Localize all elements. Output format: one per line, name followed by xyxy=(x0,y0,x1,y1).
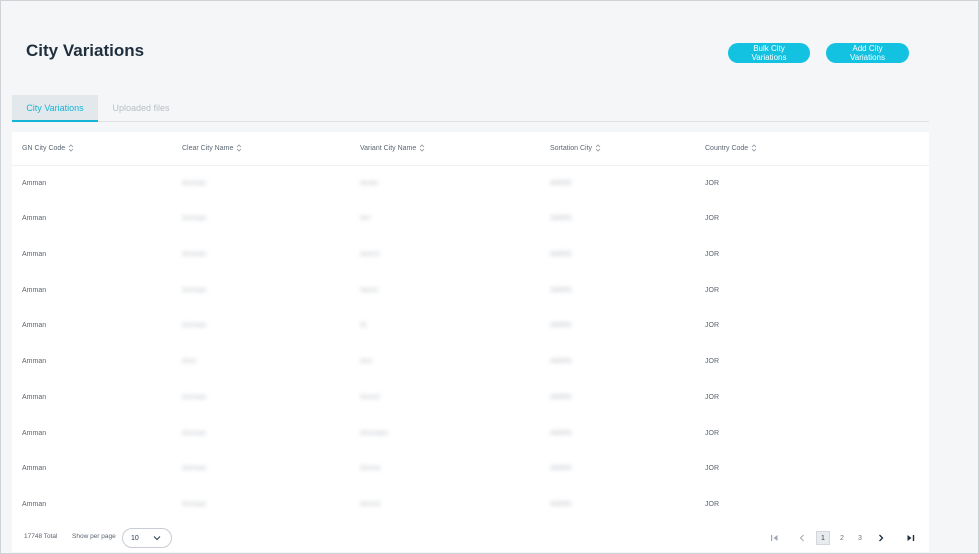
cell-gn-city-code: Amman xyxy=(22,465,47,472)
cell-variant-city-name: Amm1 xyxy=(360,251,381,258)
tab-bar: City Variations Uploaded files xyxy=(12,95,929,122)
table-header: GN City Code Clear City Name Variant Cit… xyxy=(12,132,929,166)
app-window: City Variations Bulk City Variations Add… xyxy=(0,0,979,554)
cell-gn-city-code: Amman xyxy=(22,287,47,294)
tab-uploaded-files[interactable]: Uploaded files xyxy=(98,95,184,122)
cell-sortation-city: AMMN xyxy=(550,465,572,472)
cell-clear-city-name: Amman xyxy=(182,465,207,472)
per-page-select[interactable]: 10 xyxy=(122,528,172,548)
cell-variant-city-name: Aman xyxy=(360,180,379,187)
column-header-gn-city-code[interactable]: GN City Code xyxy=(22,144,74,152)
table-row[interactable]: Amman Amman Aman AMMN JOR xyxy=(12,166,929,202)
cell-sortation-city: AMMN xyxy=(550,287,572,294)
table-row[interactable]: Amman Amman Al AMMN JOR xyxy=(12,308,929,344)
cell-country-code: JOR xyxy=(705,251,719,258)
cell-gn-city-code: Amman xyxy=(22,430,47,437)
cell-variant-city-name: Al xyxy=(360,322,367,329)
cell-clear-city-name: Amman xyxy=(182,322,207,329)
first-page-icon[interactable] xyxy=(767,531,781,545)
column-header-variant-city-name[interactable]: Variant City Name xyxy=(360,144,425,152)
cell-clear-city-name: Amman xyxy=(182,287,207,294)
table-row[interactable]: Amman Amn Ann AMMN JOR xyxy=(12,344,929,380)
table-row[interactable]: Amman Amman Amm1 AMMN JOR xyxy=(12,237,929,273)
table-row[interactable]: Amman Amman Amma AMMN JOR xyxy=(12,451,929,487)
cell-clear-city-name: Amman xyxy=(182,394,207,401)
tab-city-variations[interactable]: City Variations xyxy=(12,95,98,122)
cell-country-code: JOR xyxy=(705,215,719,222)
cell-gn-city-code: Amman xyxy=(22,215,47,222)
column-header-clear-city-name[interactable]: Clear City Name xyxy=(182,144,242,152)
page-button-3[interactable]: 3 xyxy=(853,531,867,545)
cell-sortation-city: AMMN xyxy=(550,394,572,401)
cell-gn-city-code: Amman xyxy=(22,180,47,187)
sort-icon xyxy=(595,144,601,152)
cell-variant-city-name: Ammaan xyxy=(360,430,389,437)
cell-clear-city-name: Amn xyxy=(182,358,197,365)
cell-variant-city-name: Amma xyxy=(360,465,381,472)
column-header-sortation-city[interactable]: Sortation City xyxy=(550,144,601,152)
cell-gn-city-code: Amman xyxy=(22,322,47,329)
sort-icon xyxy=(751,144,757,152)
cell-clear-city-name: Amman xyxy=(182,430,207,437)
sort-icon xyxy=(419,144,425,152)
sort-icon xyxy=(236,144,242,152)
cell-clear-city-name: Amman xyxy=(182,501,207,508)
sort-icon xyxy=(68,144,74,152)
cell-country-code: JOR xyxy=(705,430,719,437)
cell-sortation-city: AMMN xyxy=(550,251,572,258)
table-row[interactable]: Amman Amman Aamn AMMN JOR xyxy=(12,273,929,309)
page-title: City Variations xyxy=(26,41,145,60)
cell-sortation-city: AMMN xyxy=(550,180,572,187)
table-row[interactable]: Amman Amman Amm3 AMMN JOR xyxy=(12,487,929,523)
table-row[interactable]: Amman Amman Am AMMN JOR xyxy=(12,201,929,237)
cell-sortation-city: AMMN xyxy=(550,358,572,365)
column-header-country-code[interactable]: Country Code xyxy=(705,144,757,152)
cell-country-code: JOR xyxy=(705,287,719,294)
cell-clear-city-name: Amman xyxy=(182,180,207,187)
cell-variant-city-name: Amm3 xyxy=(360,501,381,508)
bulk-city-variations-button[interactable]: Bulk City Variations xyxy=(728,43,810,63)
cell-variant-city-name: Aamn xyxy=(360,287,379,294)
cell-clear-city-name: Amman xyxy=(182,251,207,258)
per-page-value: 10 xyxy=(131,534,139,542)
table-row[interactable]: Amman Amman Amm2 AMMN JOR xyxy=(12,380,929,416)
cell-country-code: JOR xyxy=(705,501,719,508)
table-footer: 17748 Total Show per page 10 1 2 3 xyxy=(12,522,929,552)
cell-country-code: JOR xyxy=(705,322,719,329)
city-variations-table: GN City Code Clear City Name Variant Cit… xyxy=(12,132,929,522)
cell-gn-city-code: Amman xyxy=(22,394,47,401)
next-page-icon[interactable] xyxy=(874,531,888,545)
cell-country-code: JOR xyxy=(705,394,719,401)
cell-country-code: JOR xyxy=(705,180,719,187)
cell-clear-city-name: Amman xyxy=(182,215,207,222)
per-page-label: Show per page xyxy=(72,533,116,540)
cell-sortation-city: AMMN xyxy=(550,215,572,222)
cell-country-code: JOR xyxy=(705,358,719,365)
cell-gn-city-code: Amman xyxy=(22,358,47,365)
chevron-down-icon xyxy=(153,535,161,543)
cell-gn-city-code: Amman xyxy=(22,251,47,258)
cell-sortation-city: AMMN xyxy=(550,322,572,329)
cell-country-code: JOR xyxy=(705,465,719,472)
cell-variant-city-name: Ann xyxy=(360,358,373,365)
add-city-variations-button[interactable]: Add City Variations xyxy=(826,43,909,63)
page-button-2[interactable]: 2 xyxy=(835,531,849,545)
page-button-1[interactable]: 1 xyxy=(816,531,830,545)
cell-variant-city-name: Am xyxy=(360,215,371,222)
table-row[interactable]: Amman Amman Ammaan AMMN JOR xyxy=(12,416,929,452)
last-page-icon[interactable] xyxy=(903,531,917,545)
cell-sortation-city: AMMN xyxy=(550,430,572,437)
previous-page-icon[interactable] xyxy=(795,531,809,545)
cell-variant-city-name: Amm2 xyxy=(360,394,381,401)
cell-sortation-city: AMMN xyxy=(550,501,572,508)
cell-gn-city-code: Amman xyxy=(22,501,47,508)
total-count: 17748 Total xyxy=(24,533,58,540)
